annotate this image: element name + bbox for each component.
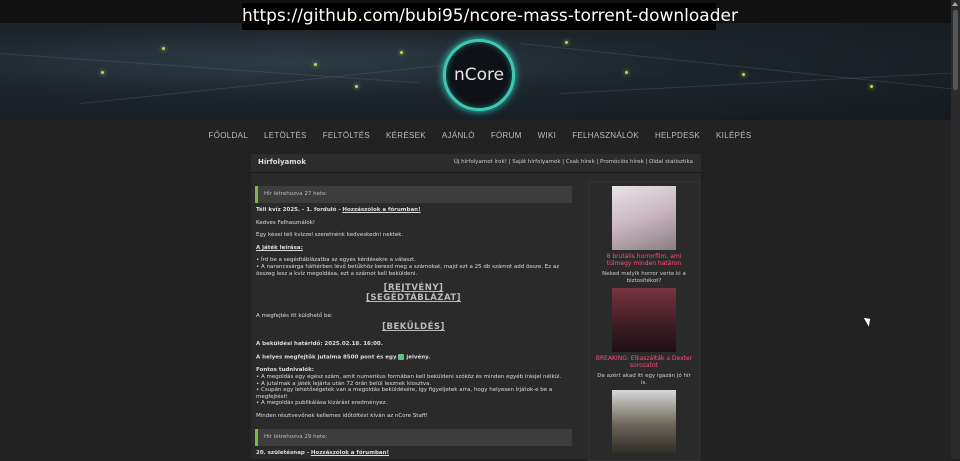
url-overlay: https://github.com/bubi95/ncore-mass-tor…: [242, 3, 738, 30]
nav-fooldal[interactable]: FŐOLDAL: [201, 131, 256, 140]
article-caption[interactable]: 8 brutális horrorfilm, ami túlmegy minde…: [595, 253, 693, 267]
intro: Egy kései téli kvízzel szeretnénk kedves…: [256, 232, 404, 239]
article-subtitle: De azért akad itt egy igazán jó hír is.: [597, 373, 691, 386]
nav-felhasznalok[interactable]: FELHASZNÁLÓK: [564, 131, 647, 140]
scroll-thumb[interactable]: [953, 10, 958, 90]
dexter-poster-image[interactable]: [612, 288, 676, 352]
note-3: • Csupán egy lehetőségetek van a megoldá…: [256, 387, 553, 400]
forum-link[interactable]: Hozzászólok a fórumban!: [342, 207, 420, 213]
rule-1: • Írd be a segédtáblázatba az egyes kérd…: [256, 257, 416, 264]
badge-icon: [398, 354, 405, 361]
news-title: 20. születésnap -: [256, 449, 310, 456]
horror-face-image[interactable]: [612, 186, 676, 250]
panel-title: Hírfolyamok: [258, 158, 307, 166]
submit-text: A megfejtés itt küldhető be:: [256, 313, 333, 320]
news-panel-header: Hírfolyamok Új hírfolyamot írok! | Saját…: [251, 154, 701, 173]
nav-helpdesk[interactable]: HELPDESK: [647, 131, 708, 140]
news-item: 20. születésnap - Hozzászólok a fórumban…: [251, 450, 576, 457]
logo-text: nCore: [453, 65, 505, 85]
submit-link[interactable]: [BEKÜLDÉS]: [256, 322, 571, 332]
news-feed: Hír létrehozva 27 hete: Téli kvíz 2025. …: [251, 177, 576, 459]
nav-wiki[interactable]: WIKI: [530, 131, 565, 140]
rule-2: • A narancssárga háttérben lévő betűkhöz…: [256, 263, 560, 277]
news-item: Téli kvíz 2025. - 1. forduló - Hozzászól…: [251, 207, 576, 420]
sidebar-articles: 8 brutális horrorfilm, ami túlmegy minde…: [588, 181, 700, 461]
forum-link[interactable]: Hozzászólok a fórumban!: [311, 450, 389, 456]
panel-links[interactable]: Új hírfolyamot írok! | Saját hírfolyamok…: [454, 159, 693, 165]
news-header: Hír létrehozva 29 hete:: [255, 428, 572, 446]
nav-ajanlo[interactable]: AJÁNLÓ: [434, 131, 483, 140]
mouse-cursor-icon: [863, 315, 874, 327]
article-caption[interactable]: BREAKING: Elkaszálták a Dexter sorozatot: [595, 355, 693, 369]
deadline: A beküldési határidő: 2025.02.18. 16:00.: [256, 340, 383, 347]
nav-forum[interactable]: FÓRUM: [483, 131, 530, 140]
scroll-up-icon[interactable]: [952, 2, 958, 6]
reward-suffix: jelvény.: [406, 354, 431, 361]
nav-kilepes[interactable]: KILÉPÉS: [708, 131, 759, 140]
reward-text: A helyes megfejtők jutalma 8500 pont és …: [256, 354, 397, 361]
ncore-logo[interactable]: nCore: [443, 39, 515, 111]
main-nav: FŐOLDAL LETÖLTÉS FELTÖLTÉS KÉRÉSEK AJÁNL…: [0, 120, 960, 151]
greeting: Kedves Felhasználók!: [256, 219, 315, 226]
note-1: • A megoldás egy egész szám, amit numeri…: [256, 374, 562, 381]
table-link[interactable]: [SEGÉDTÁBLÁZAT]: [256, 293, 571, 303]
nav-keresek[interactable]: KÉRÉSEK: [378, 131, 434, 140]
news-title: Téli kvíz 2025. - 1. forduló -: [256, 207, 341, 213]
news-header: Hír létrehozva 27 hete:: [255, 186, 572, 203]
nav-letoltes[interactable]: LETÖLTÉS: [256, 131, 315, 140]
puzzle-link[interactable]: [REJTVÉNY]: [256, 283, 571, 293]
article-subtitle: Neked melyik horror verte ki a biztosíté…: [602, 271, 686, 284]
note-4: • A megoldás publikálása kizárást eredmé…: [256, 400, 388, 407]
page-scrollbar[interactable]: [951, 0, 960, 459]
rules-title: A játék leírása:: [256, 244, 303, 251]
site-header: nCore: [0, 23, 960, 120]
closing: Minden résztvevőnek kellemes időtöltést …: [256, 413, 428, 419]
nav-feltoltes[interactable]: FELTÖLTÉS: [315, 131, 378, 140]
game-character-image[interactable]: [612, 390, 676, 454]
